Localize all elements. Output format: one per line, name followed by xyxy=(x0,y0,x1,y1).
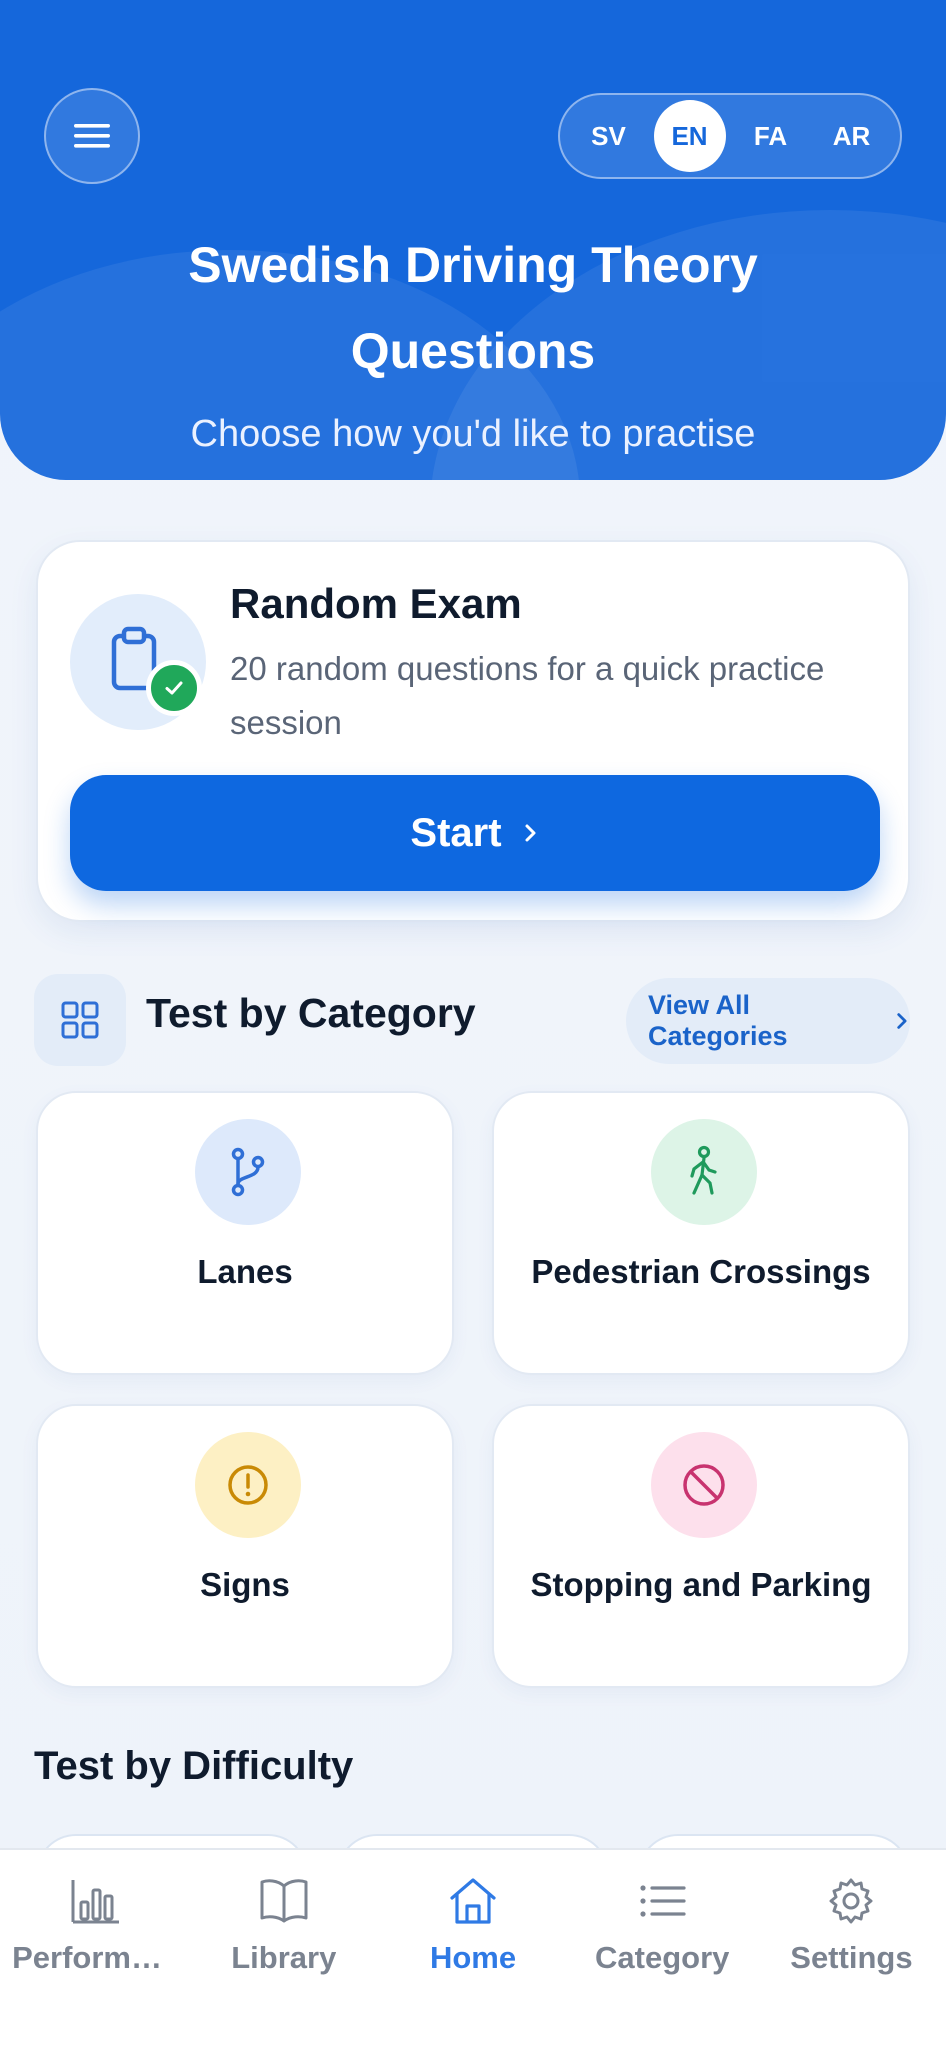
exam-title: Random Exam xyxy=(230,580,522,627)
tile-icon-circle xyxy=(651,1119,757,1225)
tile-label: Pedestrian Crossings xyxy=(531,1253,871,1290)
hamburger-icon xyxy=(74,124,110,148)
category-section-icon xyxy=(34,974,126,1066)
nav-label: Performa… xyxy=(12,1940,178,1975)
tile-label: Lanes xyxy=(197,1253,293,1290)
list-icon xyxy=(640,1885,686,1917)
grid-icon xyxy=(61,1001,99,1039)
page-subtitle: Choose how you'd like to practise xyxy=(190,413,756,455)
check-badge xyxy=(146,660,202,716)
nav-label: Category xyxy=(595,1940,730,1975)
bottom-navigation: Performa… Library Home Category Settings xyxy=(0,1848,946,2048)
random-exam-card: Random Exam 20 random questions for a qu… xyxy=(36,540,910,922)
header: SV EN FA AR Swedish Driving Theory Quest… xyxy=(0,0,946,480)
nav-item-category[interactable]: Category xyxy=(568,1850,757,2048)
check-icon xyxy=(165,681,183,695)
nav-label: Home xyxy=(429,1940,517,1975)
view-all-categories-button[interactable]: View All Categories xyxy=(626,978,910,1064)
book-icon xyxy=(260,1879,308,1923)
category-tile-pedestrian-crossings[interactable]: Pedestrian Crossings xyxy=(492,1091,910,1375)
chevron-right-icon xyxy=(525,824,536,842)
page-title-line: Questions xyxy=(350,323,596,379)
tile-icon-circle xyxy=(195,1432,301,1538)
lane-split-icon xyxy=(231,1147,265,1197)
no-entry-icon xyxy=(683,1464,725,1506)
tile-icon-circle xyxy=(195,1119,301,1225)
nav-item-performance[interactable]: Performa… xyxy=(0,1850,189,2048)
tile-label: Stopping and Parking xyxy=(530,1566,872,1603)
lang-option-ar[interactable]: AR xyxy=(816,100,888,172)
menu-button[interactable] xyxy=(44,88,140,184)
warning-icon xyxy=(228,1465,268,1505)
difficulty-heading: Test by Difficulty xyxy=(34,1744,354,1788)
category-heading: Test by Category xyxy=(146,990,476,1036)
nav-label: Settings xyxy=(790,1940,913,1975)
nav-label: Library xyxy=(231,1940,337,1975)
nav-item-library[interactable]: Library xyxy=(189,1850,378,2048)
gear-icon xyxy=(829,1878,873,1924)
category-tile-lanes[interactable]: Lanes xyxy=(36,1091,454,1375)
start-label: Start xyxy=(410,810,502,855)
exam-description: 20 random questions for a quick practice… xyxy=(230,650,825,741)
pedestrian-icon xyxy=(690,1145,717,1195)
page-title: Swedish Driving Theory Questions xyxy=(0,222,946,394)
page-title-line: Swedish Driving Theory xyxy=(188,237,758,293)
category-tile-signs[interactable]: Signs xyxy=(36,1404,454,1688)
exam-icon-circle xyxy=(70,594,206,730)
language-switcher: SV EN FA AR xyxy=(558,93,902,179)
bar-chart-icon xyxy=(71,1880,119,1924)
category-tile-stopping-and-parking[interactable]: Stopping and Parking xyxy=(492,1404,910,1688)
tile-icon-circle xyxy=(651,1432,757,1538)
nav-item-home[interactable]: Home xyxy=(378,1850,567,2048)
lang-option-sv[interactable]: SV xyxy=(573,100,645,172)
start-button[interactable]: Start xyxy=(70,775,880,891)
nav-item-settings[interactable]: Settings xyxy=(757,1850,946,2048)
lang-option-en[interactable]: EN xyxy=(653,100,726,172)
tile-label: Signs xyxy=(200,1566,290,1603)
view-all-label: View All Categories xyxy=(648,990,788,1051)
lang-option-fa[interactable]: FA xyxy=(735,100,807,172)
chevron-right-icon xyxy=(897,1013,907,1029)
home-icon xyxy=(450,1878,496,1924)
